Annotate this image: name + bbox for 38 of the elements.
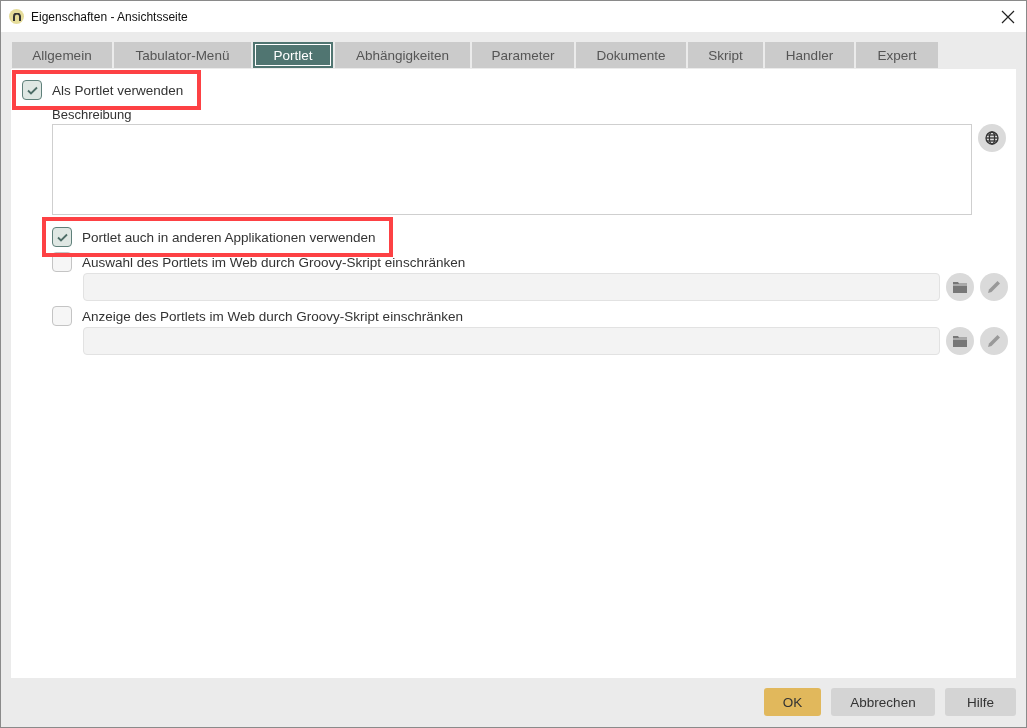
checkbox[interactable] [22, 80, 42, 100]
edit-button[interactable] [980, 327, 1008, 355]
checkbox-label: Auswahl des Portlets im Web durch Groovy-Skript einschränken [82, 254, 466, 270]
folder-icon [953, 335, 967, 347]
folder-icon [953, 281, 967, 293]
dialog-button[interactable]: Abbrechen [831, 688, 935, 716]
app-logo-icon [9, 9, 24, 24]
checkbox[interactable] [52, 227, 72, 247]
tab[interactable]: Portlet [253, 42, 333, 68]
ok-button[interactable]: OK [764, 688, 821, 716]
tab[interactable]: Dokumente [576, 42, 686, 68]
globe-icon [985, 131, 999, 145]
close-icon[interactable] [1000, 8, 1016, 25]
edit-button[interactable] [980, 273, 1008, 301]
checkmark-icon [56, 232, 68, 242]
dialog-button[interactable]: Hilfe [945, 688, 1016, 716]
tab[interactable]: Abhängigkeiten [335, 42, 470, 68]
checkbox[interactable] [52, 306, 72, 326]
window-title: Eigenschaften - Ansichtsseite [31, 9, 189, 24]
tab[interactable]: Tabulator-Menü [114, 42, 251, 68]
field-label: Beschreibung [52, 107, 133, 122]
tab[interactable]: Skript [688, 42, 763, 68]
pencil-icon [987, 334, 1001, 348]
tab[interactable]: Parameter [472, 42, 574, 68]
globe-button[interactable] [978, 124, 1006, 152]
description-field[interactable] [52, 124, 972, 215]
checkbox-label: Als Portlet verwenden [52, 82, 184, 98]
checkbox-label: Portlet auch in anderen Applikationen verwenden [82, 229, 376, 245]
tab[interactable]: Handler [765, 42, 854, 68]
pencil-icon [987, 280, 1001, 294]
checkmark-icon [26, 85, 38, 95]
folder-button[interactable] [946, 273, 974, 301]
checkbox-label: Anzeige des Portlets im Web durch Groovy-Skript einschränken [82, 308, 463, 324]
tab[interactable]: Allgemein [12, 42, 112, 68]
tab[interactable]: Expert [856, 42, 938, 68]
folder-button[interactable] [946, 327, 974, 355]
script-field[interactable] [83, 327, 940, 355]
script-field[interactable] [83, 273, 940, 301]
